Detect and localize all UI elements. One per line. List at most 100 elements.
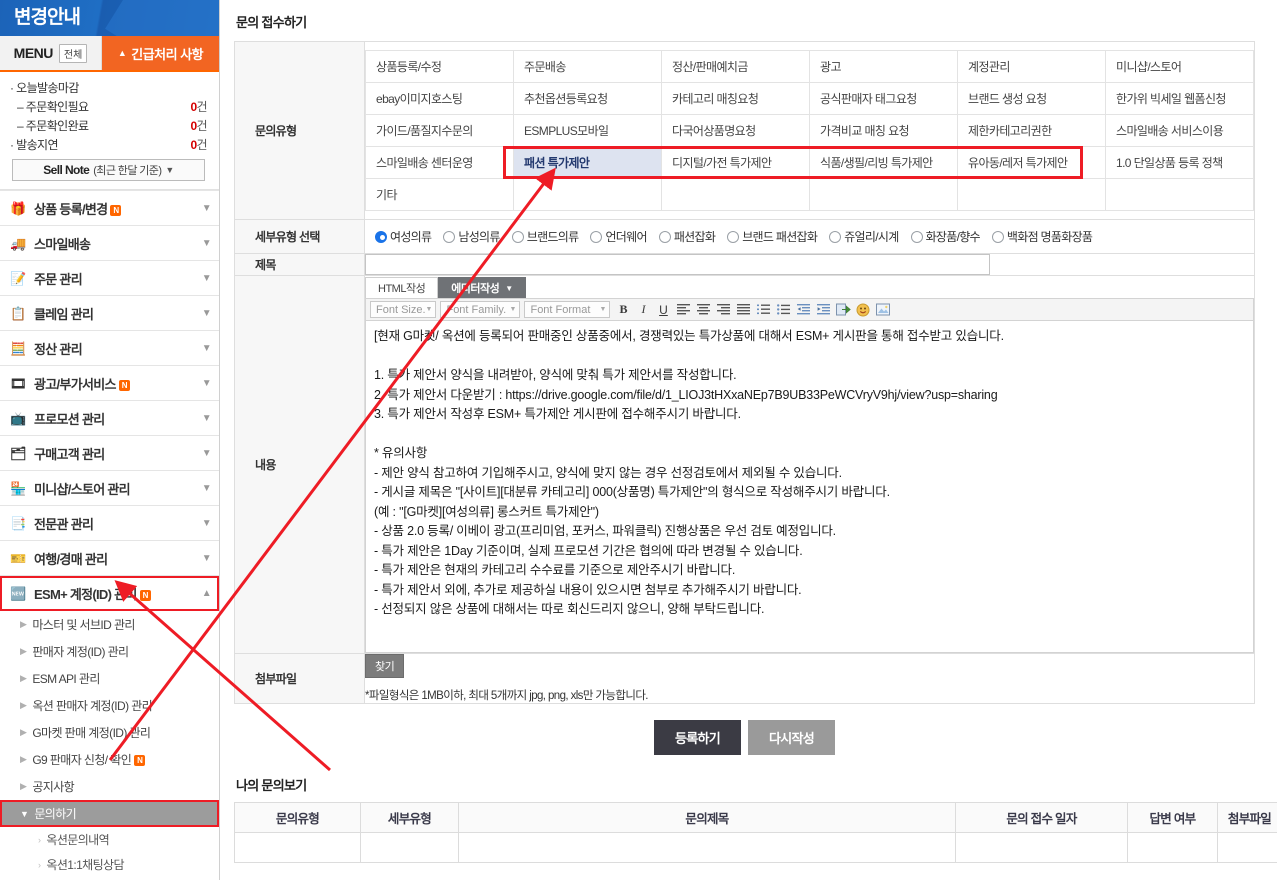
type-option-cell[interactable]: 광고 <box>809 50 958 83</box>
subtype-radio-8[interactable]: 화장품/향수 <box>910 228 981 245</box>
radio-dot-icon[interactable] <box>375 230 387 243</box>
subtype-radio-label: 남성의류 <box>458 230 500 244</box>
sell-note-sub: (최근 한달 기준) <box>93 165 162 177</box>
font-family-select[interactable]: Font Family. ▼ <box>440 301 521 318</box>
emoticon-icon[interactable] <box>854 301 872 319</box>
sidebar-item-1[interactable]: 🎁 상품 등록/변경 N ▼ <box>0 191 219 226</box>
subtype-radio-2[interactable]: 남성의류 <box>443 228 500 245</box>
status-row[interactable]: – 주문확인필요 0건 <box>8 97 209 116</box>
submit-button[interactable]: 등록하기 <box>653 720 741 755</box>
radio-dot-icon[interactable] <box>727 230 740 243</box>
sidebar-subitem-inquiry[interactable]: ▼ 문의하기 <box>0 800 219 827</box>
sell-note-dropdown[interactable]: Sell Note (최근 한달 기준) ▼ <box>12 159 205 181</box>
sidebar-subitem-1[interactable]: ▶ 마스터 및 서브ID 관리 <box>0 611 219 638</box>
sidebar-item-2[interactable]: 🚚 스마일배송 ▼ <box>0 226 219 261</box>
type-option-cell[interactable]: 정산/판매예치금 <box>661 50 810 83</box>
radio-dot-icon[interactable] <box>658 230 671 243</box>
type-option-cell[interactable]: 가격비교 매칭 요청 <box>809 114 958 147</box>
type-option-cell[interactable]: 유아동/레저 특가제안 <box>957 146 1106 179</box>
sidebar-item-7[interactable]: 📺 프로모션 관리 ▼ <box>0 401 219 436</box>
subtype-radio-7[interactable]: 쥬얼리/시계 <box>829 228 899 245</box>
status-row[interactable]: – 주문확인완료 0건 <box>8 116 209 135</box>
indent-icon[interactable] <box>814 301 832 319</box>
urgent-tab[interactable]: ▲ 긴급처리 사항 <box>102 36 219 70</box>
outdent-icon[interactable] <box>794 301 812 319</box>
radio-dot-icon[interactable] <box>443 230 456 243</box>
type-option-cell[interactable]: 주문배송 <box>513 50 662 83</box>
align-left-icon[interactable] <box>674 301 692 319</box>
sidebar-subsubitem-1[interactable]: › 옥션문의내역 <box>0 827 219 852</box>
sidebar-subitem-7[interactable]: ▶ 공지사항 <box>0 773 219 800</box>
type-option-cell[interactable]: 패션 특가제안 <box>513 146 662 179</box>
type-option-cell[interactable]: 다국어상품명요청 <box>661 114 810 147</box>
editor-body[interactable]: [현재 G마켓/ 옥션에 등록되어 판매중인 상품중에서, 경쟁력있는 특가상품… <box>365 321 1254 653</box>
type-option-cell[interactable]: 카테고리 매칭요청 <box>661 82 810 115</box>
insert-image-icon[interactable] <box>874 301 892 319</box>
type-option-cell[interactable]: 공식판매자 태그요청 <box>809 82 958 115</box>
sidebar-item-6[interactable]: 🎞 광고/부가서비스 N ▼ <box>0 366 219 401</box>
subtype-radio-5[interactable]: 패션잡화 <box>658 228 716 245</box>
type-option-cell[interactable]: 기타 <box>365 178 514 211</box>
subtype-radio-4[interactable]: 언더웨어 <box>590 228 648 245</box>
promo-banner[interactable]: 변경안내 <box>0 0 219 36</box>
subtype-radio-9[interactable]: 백화점 명품화장품 <box>991 228 1093 245</box>
align-center-icon[interactable] <box>694 301 712 319</box>
chevron-down-icon: ▼ <box>201 447 212 459</box>
radio-dot-icon[interactable] <box>829 230 842 243</box>
reset-button[interactable]: 다시작성 <box>748 720 836 755</box>
italic-icon[interactable]: I <box>634 301 652 319</box>
sidebar-item-12[interactable]: 🆕 ESM+ 계정(ID) 관리 N ▲ <box>0 576 219 611</box>
type-option-cell[interactable]: 계정관리 <box>957 50 1106 83</box>
radio-dot-icon[interactable] <box>590 230 603 243</box>
type-option-cell[interactable]: 스마일배송 센터운영 <box>365 146 514 179</box>
sidebar-subitem-3[interactable]: ▶ ESM API 관리 <box>0 665 219 692</box>
type-option-cell[interactable]: 디지털/가전 특가제안 <box>661 146 810 179</box>
subtype-radio-6[interactable]: 브랜드 패션잡화 <box>727 228 818 245</box>
menu-all-button[interactable]: MENU 전체 <box>0 36 102 70</box>
sidebar-item-9[interactable]: 🏪 미니샵/스토어 관리 ▼ <box>0 471 219 506</box>
radio-dot-icon[interactable] <box>991 230 1004 243</box>
underline-icon[interactable]: U <box>654 301 672 319</box>
sidebar-item-4[interactable]: 📋 클레임 관리 ▼ <box>0 296 219 331</box>
sidebar-subitem-2[interactable]: ▶ 판매자 계정(ID) 관리 <box>0 638 219 665</box>
type-option-cell[interactable]: ebay이미지호스팅 <box>365 82 514 115</box>
sidebar-item-5[interactable]: 🧮 정산 관리 ▼ <box>0 331 219 366</box>
sidebar-subsubitem-2[interactable]: › 옥션1:1채팅상담 <box>0 852 219 877</box>
font-size-select[interactable]: Font Size. ▼ <box>370 301 437 318</box>
sidebar-subitem-4[interactable]: ▶ 옥션 판매자 계정(ID) 관리 <box>0 692 219 719</box>
sidebar-item-10[interactable]: 📑 전문관 관리 ▼ <box>0 506 219 541</box>
ordered-list-icon[interactable] <box>754 301 772 319</box>
type-option-cell[interactable]: 브랜드 생성 요청 <box>957 82 1106 115</box>
editor-line-14: - 특가 제안서 외에, 추가로 제공하실 내용이 있으시면 첨부로 추가해주시… <box>374 582 802 597</box>
align-justify-icon[interactable] <box>734 301 752 319</box>
type-option-cell[interactable]: 스마일배송 서비스이용 <box>1105 114 1254 147</box>
type-option-cell[interactable]: 식품/생필/리빙 특가제안 <box>809 146 958 179</box>
radio-dot-icon[interactable] <box>910 230 923 243</box>
align-right-icon[interactable] <box>714 301 732 319</box>
tab-editor-mode[interactable]: 에디터작성 ▼ <box>438 277 526 298</box>
type-option-cell[interactable]: 1.0 단일상품 등록 정책 <box>1105 146 1254 179</box>
type-option-cell[interactable]: 미니샵/스토어 <box>1105 50 1254 83</box>
sidebar-item-11[interactable]: 🎫 여행/경매 관리 ▼ <box>0 541 219 576</box>
sidebar-item-3[interactable]: 📝 주문 관리 ▼ <box>0 261 219 296</box>
subtype-radio-1[interactable]: 여성의류 <box>375 228 432 245</box>
unordered-list-icon[interactable] <box>774 301 792 319</box>
type-option-cell[interactable]: 가이드/품질지수문의 <box>365 114 514 147</box>
type-option-cell[interactable]: 상품등록/수정 <box>365 50 514 83</box>
type-option-cell[interactable]: ESMPLUS모바일 <box>513 114 662 147</box>
type-option-cell[interactable]: 제한카테고리권한 <box>957 114 1106 147</box>
subtype-radio-3[interactable]: 브랜드의류 <box>511 228 579 245</box>
bold-icon[interactable]: B <box>614 301 632 319</box>
insert-link-icon[interactable] <box>834 301 852 319</box>
file-browse-button[interactable]: 찾기 <box>365 654 405 678</box>
sidebar-subitem-5[interactable]: ▶ G마켓 판매 계정(ID) 관리 <box>0 719 219 746</box>
tab-html-mode[interactable]: HTML작성 <box>365 277 439 298</box>
sidebar-item-8[interactable]: 🗂 구매고객 관리 ▼ <box>0 436 219 471</box>
font-format-select[interactable]: Font Format ▼ <box>524 301 611 318</box>
type-option-cell[interactable]: 추천옵션등록요청 <box>513 82 662 115</box>
radio-dot-icon[interactable] <box>511 230 524 243</box>
type-option-cell[interactable]: 한가위 빅세일 웹폼신청 <box>1105 82 1254 115</box>
title-input[interactable] <box>365 254 990 275</box>
status-row[interactable]: · 발송지연 0건 <box>8 135 209 154</box>
sidebar-subitem-6[interactable]: ▶ G9 판매자 신청/ 확인 N <box>0 746 219 773</box>
